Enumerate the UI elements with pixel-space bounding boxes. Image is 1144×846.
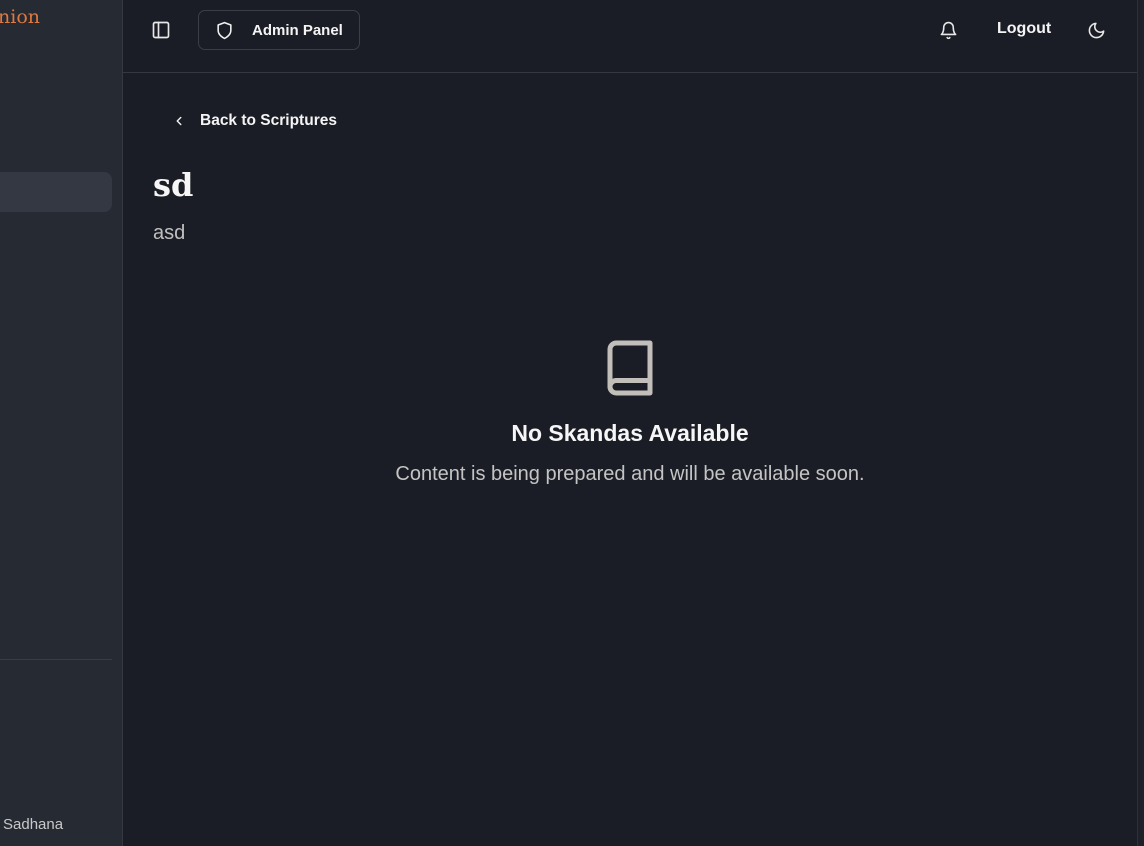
- book-icon: [607, 340, 653, 396]
- sidebar-footer-user[interactable]: Sadhana: [3, 816, 63, 833]
- sidebar: nion Sadhana: [0, 0, 123, 846]
- empty-state-heading: No Skandas Available: [511, 420, 749, 446]
- empty-state: No Skandas Available Content is being pr…: [123, 338, 1137, 486]
- chevron-left-icon: [176, 116, 182, 126]
- moon-icon: [1088, 22, 1104, 38]
- back-link-label: Back to Scriptures: [200, 112, 337, 129]
- top-bar: Admin Panel Logout: [123, 0, 1137, 73]
- page-subtitle: asd: [153, 222, 186, 244]
- empty-state-message: Content is being prepared and will be av…: [395, 463, 865, 485]
- brand-logo-text[interactable]: nion: [0, 6, 40, 28]
- back-to-scriptures-link[interactable]: Back to Scriptures: [172, 112, 337, 130]
- theme-toggle-button[interactable]: [1078, 12, 1114, 48]
- logout-button[interactable]: Logout: [997, 20, 1051, 38]
- bell-icon: [940, 21, 956, 39]
- scrollbar[interactable]: [1137, 0, 1144, 846]
- sidebar-item-active[interactable]: [0, 172, 112, 212]
- notifications-button[interactable]: [930, 12, 966, 48]
- sidebar-toggle-button[interactable]: [143, 12, 179, 48]
- sidebar-toggle-icon: [152, 21, 170, 39]
- sidebar-divider: [0, 659, 112, 660]
- page-title: sd: [153, 166, 194, 204]
- admin-panel-button[interactable]: Admin Panel: [198, 10, 360, 50]
- admin-panel-label: Admin Panel: [252, 21, 343, 39]
- shield-icon: [217, 21, 232, 39]
